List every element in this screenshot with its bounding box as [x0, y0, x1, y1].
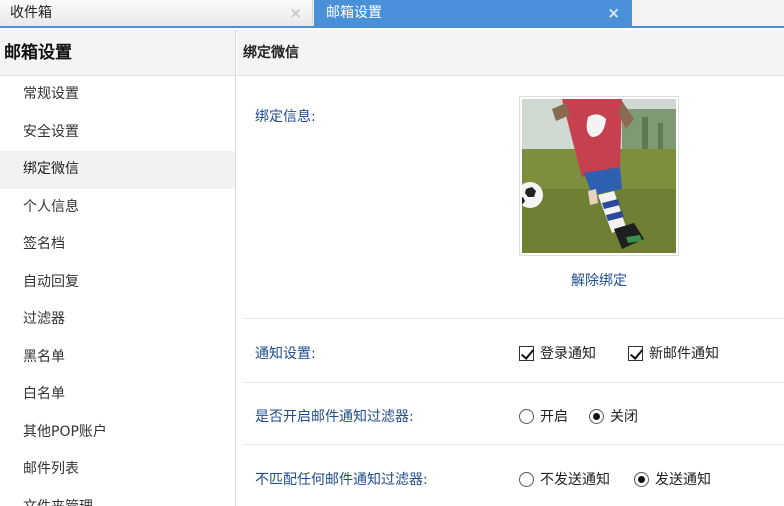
divider: [243, 382, 784, 383]
radio-icon[interactable]: [519, 471, 534, 487]
no-send-notify-radio[interactable]: 不发送通知: [519, 469, 610, 489]
sidebar-item-folder-management[interactable]: 文件夹管理: [0, 489, 235, 506]
option-label: 不发送通知: [540, 472, 610, 488]
checkbox-checked-icon[interactable]: [519, 345, 534, 361]
option-label: 新邮件通知: [649, 346, 719, 362]
sidebar-item-pop-accounts[interactable]: 其他POP账户: [0, 414, 235, 452]
divider: [243, 444, 784, 445]
filter-enable-on-radio[interactable]: 开启: [519, 406, 568, 426]
send-notify-radio[interactable]: 发送通知: [634, 469, 711, 489]
sidebar-item-filters[interactable]: 过滤器: [0, 301, 235, 339]
no-match-filter-label: 不匹配任何邮件通知过滤器:: [255, 472, 428, 488]
sidebar-item-auto-reply[interactable]: 自动回复: [0, 264, 235, 302]
new-mail-notify-checkbox[interactable]: 新邮件通知: [628, 343, 719, 363]
radio-icon[interactable]: [519, 408, 534, 424]
close-icon[interactable]: ×: [289, 0, 302, 26]
filter-enable-off-radio[interactable]: 关闭: [589, 406, 638, 426]
tab-label: 收件箱: [10, 5, 52, 21]
section-title: 绑定微信: [237, 30, 784, 76]
filter-enable-label: 是否开启邮件通知过滤器:: [255, 409, 414, 425]
wechat-avatar: [519, 96, 679, 256]
unbind-link[interactable]: 解除绑定: [519, 270, 679, 290]
sidebar-item-whitelist[interactable]: 白名单: [0, 376, 235, 414]
tab-bar: 收件箱 × 邮箱设置 ×: [0, 0, 784, 28]
avatar-photo-icon: [522, 99, 676, 253]
sidebar-item-bind-wechat[interactable]: 绑定微信: [0, 151, 235, 189]
notify-settings-label: 通知设置:: [255, 346, 316, 362]
login-notify-checkbox[interactable]: 登录通知: [519, 343, 596, 363]
tab-label: 邮箱设置: [326, 5, 382, 21]
radio-selected-icon[interactable]: [634, 471, 649, 487]
sidebar-item-signature[interactable]: 签名档: [0, 226, 235, 264]
close-icon[interactable]: ×: [607, 0, 620, 26]
sidebar-item-security[interactable]: 安全设置: [0, 114, 235, 152]
checkbox-checked-icon[interactable]: [628, 345, 643, 361]
sidebar-item-blacklist[interactable]: 黑名单: [0, 339, 235, 377]
sidebar: 邮箱设置 常规设置 安全设置 绑定微信 个人信息 签名档 自动回复 过滤器 黑名…: [0, 30, 236, 506]
sidebar-item-personal-info[interactable]: 个人信息: [0, 189, 235, 227]
option-label: 关闭: [610, 409, 638, 425]
main-panel: 绑定微信 绑定信息: 解除绑定 通知设置: 登录通知 新邮件通知 是否开启邮件通…: [237, 30, 784, 506]
option-label: 发送通知: [655, 472, 711, 488]
tab-inbox[interactable]: 收件箱 ×: [0, 0, 313, 26]
tab-mailbox-settings[interactable]: 邮箱设置 ×: [314, 0, 632, 28]
bind-info-label: 绑定信息:: [255, 109, 316, 125]
option-label: 登录通知: [540, 346, 596, 362]
sidebar-item-general[interactable]: 常规设置: [0, 76, 235, 114]
sidebar-title: 邮箱设置: [0, 30, 235, 76]
sidebar-item-mailing-list[interactable]: 邮件列表: [0, 451, 235, 489]
option-label: 开启: [540, 409, 568, 425]
divider: [243, 318, 784, 319]
radio-selected-icon[interactable]: [589, 408, 604, 424]
